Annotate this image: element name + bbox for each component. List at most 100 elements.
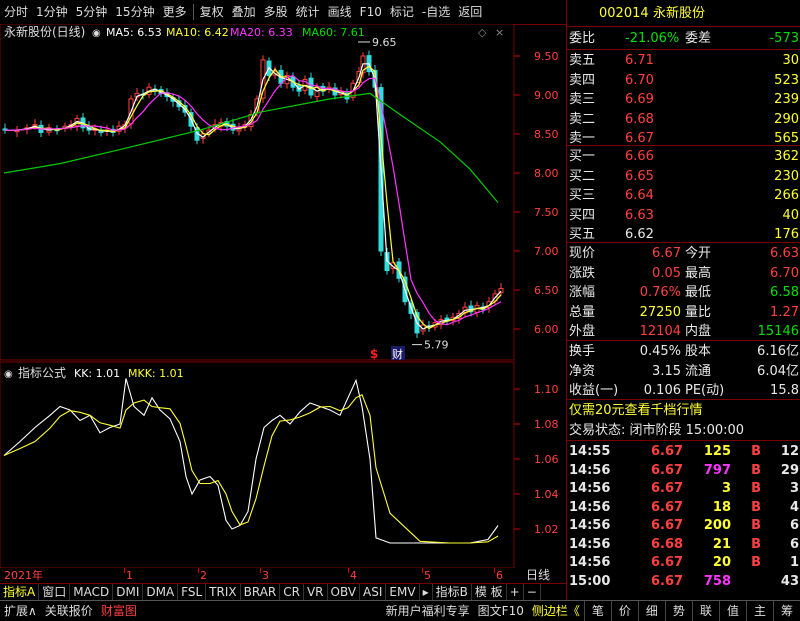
- stat-label: 现价: [569, 246, 596, 261]
- sell-volume: 239: [774, 92, 799, 107]
- sell-volume: 290: [774, 111, 799, 127]
- sell-price: 6.68: [625, 111, 654, 127]
- indicator-tab-10[interactable]: OBV: [328, 584, 361, 601]
- tick-price: 6.67: [651, 518, 684, 533]
- indicator-tab-11[interactable]: ASI: [360, 584, 387, 601]
- toolbar-button-8[interactable]: 统计: [292, 0, 324, 24]
- toolbar-button-3[interactable]: 15分钟: [111, 0, 158, 24]
- indicator-tab-4[interactable]: DMA: [143, 584, 179, 601]
- indicator-tab-12[interactable]: EMV: [386, 584, 420, 601]
- status-right-3[interactable]: 势: [664, 601, 692, 621]
- toolbar-button-0[interactable]: 分时: [0, 0, 32, 24]
- indicator-tab-6[interactable]: TRIX: [206, 584, 241, 601]
- status-right-6[interactable]: 主: [745, 601, 773, 621]
- indicator-tab-5[interactable]: FSL: [178, 584, 207, 601]
- stat-label: 总量: [569, 304, 596, 320]
- indicator-tab-13[interactable]: ▸: [420, 584, 433, 601]
- promo-link: 仅需20元查看千档行情: [569, 403, 703, 418]
- date-axis-label: 6: [496, 569, 503, 582]
- sell-volume: 523: [774, 72, 799, 88]
- weibi-value: -21.06%: [625, 31, 680, 46]
- status-right-0[interactable]: 笔: [583, 601, 611, 621]
- buy-row: 买二 6.65 230: [567, 167, 800, 186]
- buy-price: 6.64: [625, 188, 654, 203]
- status-right-5[interactable]: 值: [718, 601, 746, 621]
- indicator-tab-0[interactable]: 指标A: [0, 584, 40, 601]
- divider: [567, 145, 800, 146]
- kline-chart[interactable]: 9.50 9.00 8.50 8.00 7.50 7.00 6.50 6.00 1.10 1.08…: [0, 24, 566, 568]
- chart-toolbar: 分时 1分钟 5分钟 15分钟 更多 复权 叠加 多股 统计 画线 F10 标记 -自选 返回: [0, 0, 566, 25]
- indicator-tab-17[interactable]: −: [524, 584, 541, 601]
- toolbar-button-1[interactable]: 1分钟: [32, 0, 72, 24]
- stat-label: 涨幅: [569, 285, 596, 300]
- status-left-1[interactable]: 关联报价: [41, 601, 97, 621]
- toolbar-button-9[interactable]: 画线: [324, 0, 356, 24]
- toolbar-button-7[interactable]: 多股: [260, 0, 292, 24]
- toolbar-button-2[interactable]: 5分钟: [72, 0, 112, 24]
- ma-selector-icon[interactable]: ◉: [92, 28, 101, 39]
- indicator-selector-icon[interactable]: ◉: [4, 369, 13, 380]
- sell-level-label: 卖二: [569, 111, 596, 127]
- tick-price: 6.67: [651, 462, 684, 478]
- date-tick: [124, 568, 125, 573]
- toolbar-button-11[interactable]: 标记: [386, 0, 418, 24]
- status-middle-1[interactable]: 图文F10: [474, 601, 528, 621]
- info-label: 收益(一): [569, 383, 619, 398]
- stat-row: 涨幅 0.76% 最低 6.58: [567, 283, 800, 302]
- buy-volume: 40: [782, 207, 799, 223]
- indicator-tab-8[interactable]: CR: [280, 584, 304, 601]
- stat-value: 0.05: [652, 265, 681, 281]
- date-tick: [348, 568, 349, 573]
- status-middle-2[interactable]: 侧边栏《: [528, 601, 584, 621]
- toolbar-button-6[interactable]: 叠加: [228, 0, 260, 24]
- tick-price: 6.67: [651, 499, 684, 515]
- tick-row: 14:56 6.67 3 3 B: [567, 479, 800, 498]
- status-right-4[interactable]: 联: [691, 601, 719, 621]
- toolbar-button-12[interactable]: -自选: [418, 0, 454, 24]
- info-value: 3.15: [652, 363, 681, 379]
- status-left-2[interactable]: 财富图: [97, 601, 141, 621]
- toolbar-button-10[interactable]: F10: [356, 0, 386, 24]
- ma-label: MA10: 6.42: [166, 26, 229, 39]
- toolbar-button-13[interactable]: 返回: [454, 0, 486, 24]
- close-icon[interactable]: ×: [495, 26, 504, 39]
- stat-value: 0.76%: [639, 285, 681, 300]
- dividend-marker[interactable]: $: [370, 347, 378, 361]
- date-axis-label: 4: [350, 569, 357, 582]
- toolbar-button-5[interactable]: 复权: [196, 0, 228, 24]
- indicator-mkk: MKK: 1.01: [128, 367, 184, 380]
- weicha-value: -573: [769, 31, 799, 46]
- status-right-2[interactable]: 细: [637, 601, 665, 621]
- diamond-icon[interactable]: ◇: [478, 26, 487, 39]
- indicator-tab-1[interactable]: 窗口: [39, 584, 71, 601]
- status-left-0[interactable]: 扩展∧: [0, 601, 41, 621]
- promo-row[interactable]: 仅需20元查看千档行情: [567, 401, 800, 420]
- date-axis-label: 1: [126, 569, 133, 582]
- toolbar-button-4[interactable]: 更多: [159, 0, 191, 24]
- buy-level-label: 买四: [569, 207, 596, 223]
- indicator-tabs: 指标A 窗口 MACD DMI DMA FSL TRIX BRAR CR VR OBV ASI EMV ▸…: [0, 583, 566, 601]
- buy-volume: 230: [774, 168, 799, 184]
- status-middle-0[interactable]: 新用户福利专享: [382, 601, 474, 621]
- tick-volume: 125: [703, 444, 731, 459]
- info-value: 0.45%: [639, 344, 681, 359]
- stock-name: 永新股份: [653, 6, 706, 21]
- finance-marker[interactable]: 财: [392, 347, 403, 361]
- tick-time: 14:55: [569, 444, 611, 459]
- indicator-tab-9[interactable]: VR: [304, 584, 328, 601]
- status-right-7[interactable]: 筹: [772, 601, 800, 621]
- indicator-tab-2[interactable]: MACD: [70, 584, 114, 601]
- tick-price: 6.67: [651, 573, 684, 589]
- tick-row: 14:55 6.67 125 12 B: [567, 442, 800, 461]
- indicator-tab-3[interactable]: DMI: [113, 584, 144, 601]
- indicator-tab-15[interactable]: 模 板: [472, 584, 507, 601]
- stat-row: 外盘 12104 内盘 15146: [567, 322, 800, 341]
- tick-time: 14:56: [569, 555, 611, 570]
- status-right-1[interactable]: 价: [610, 601, 638, 621]
- indicator-tab-7[interactable]: BRAR: [241, 584, 281, 601]
- period-label[interactable]: 日线: [526, 568, 550, 583]
- indicator-tab-16[interactable]: +: [507, 584, 524, 601]
- indicator-tab-14[interactable]: 指标B: [433, 584, 472, 601]
- date-axis-label: 2021年: [4, 569, 43, 582]
- tick-row: 14:56 6.67 20 1 B: [567, 553, 800, 572]
